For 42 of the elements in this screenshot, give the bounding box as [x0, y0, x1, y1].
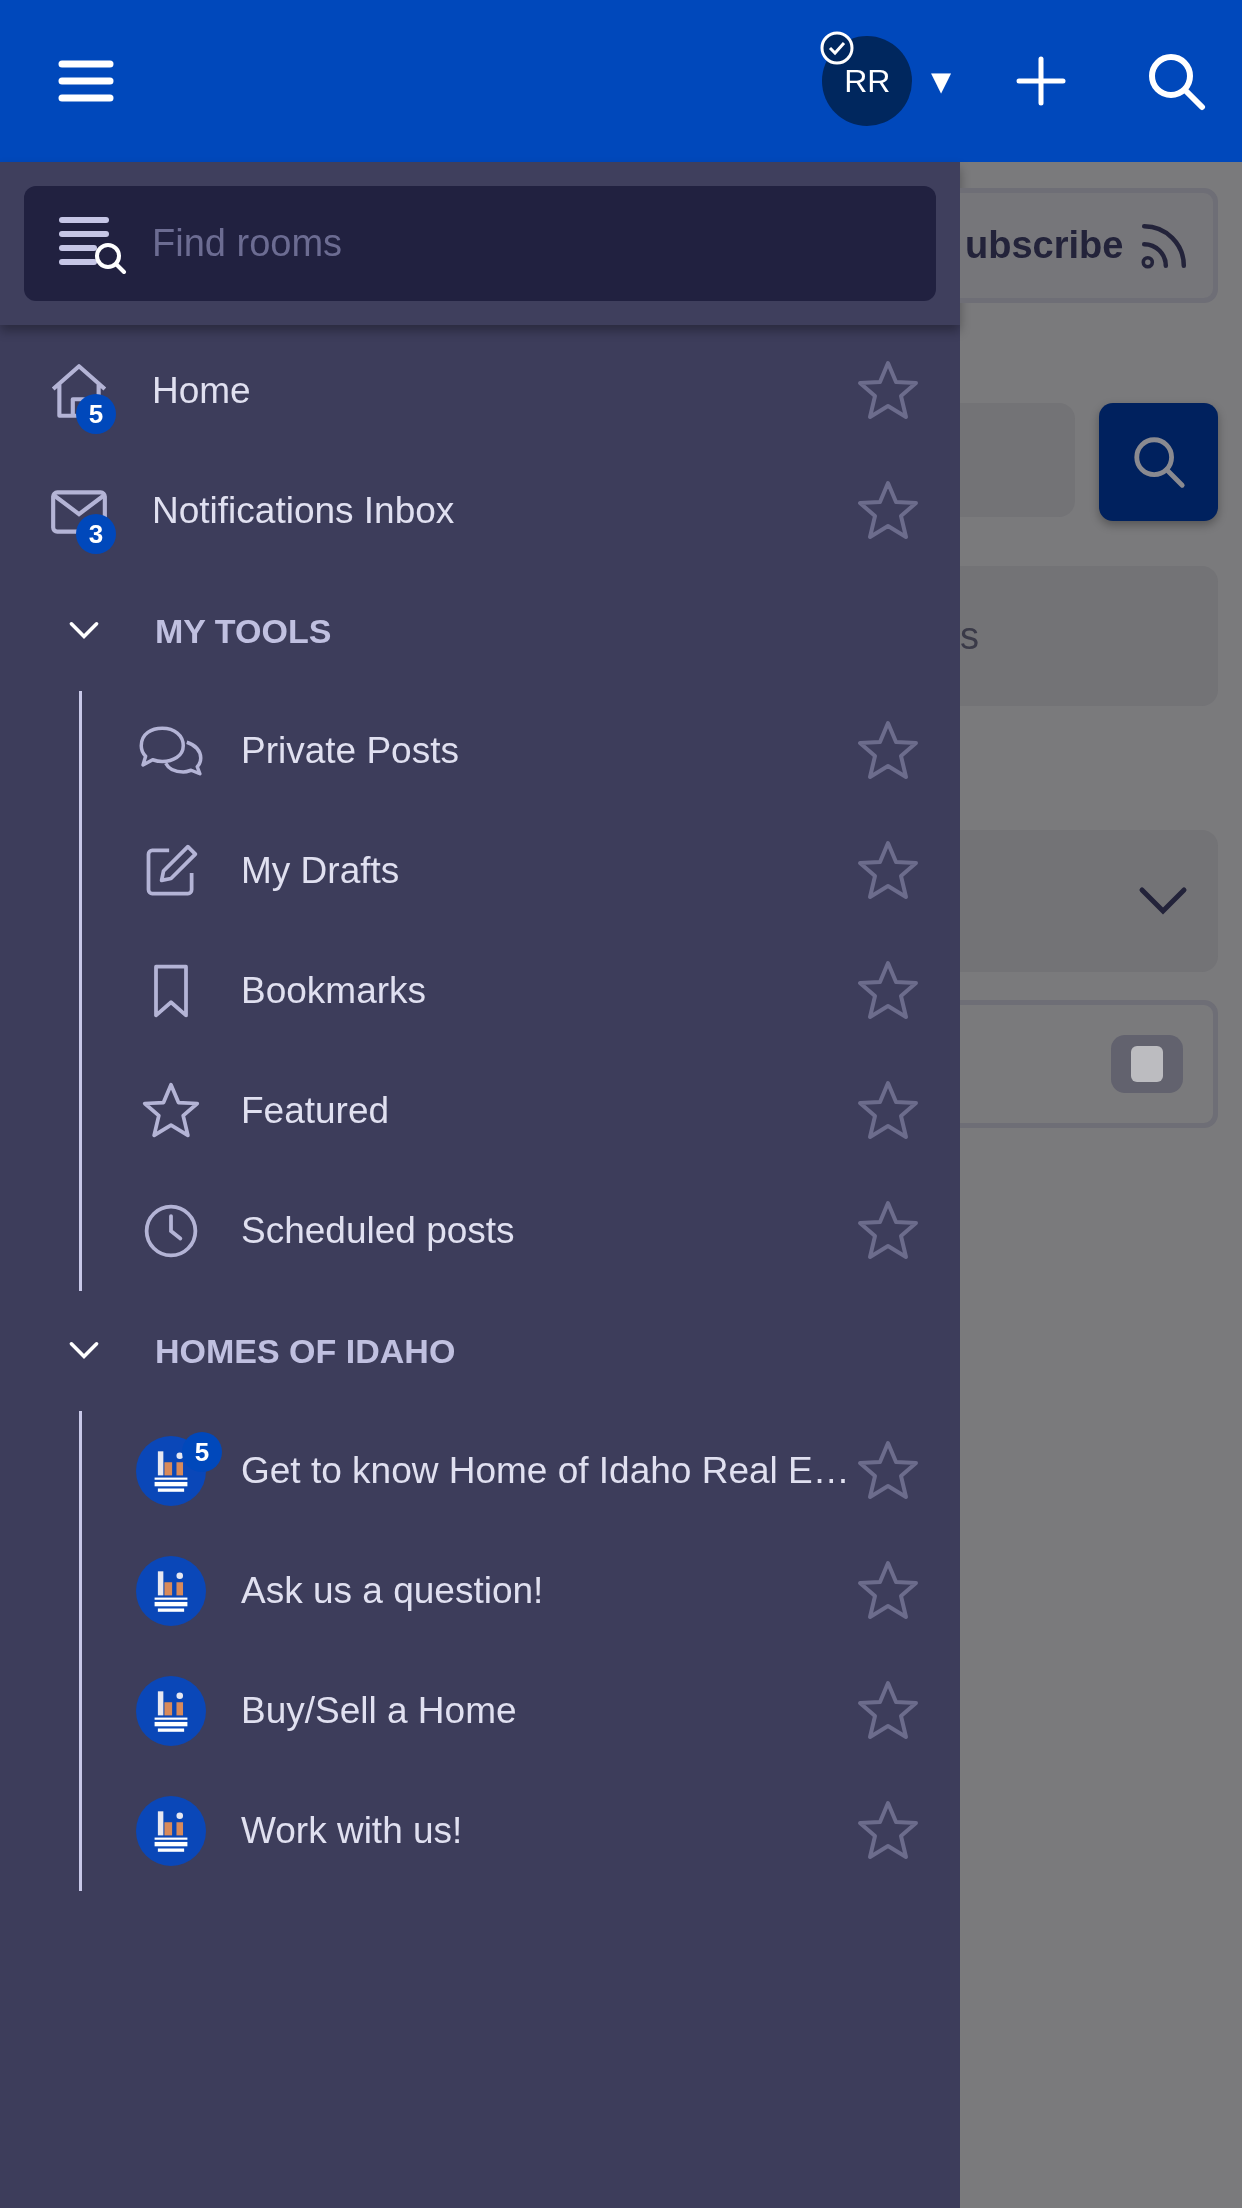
nav-item[interactable]: Ask us a question! — [82, 1531, 960, 1651]
nav-label: Get to know Home of Idaho Real E… — [241, 1450, 851, 1492]
nav-label: Work with us! — [241, 1810, 464, 1852]
search-button[interactable] — [1099, 403, 1218, 521]
nav-label: Notifications Inbox — [152, 490, 456, 532]
logo-icon — [136, 1556, 206, 1626]
toggle-switch[interactable] — [1111, 1035, 1183, 1093]
add-icon[interactable] — [1016, 56, 1066, 106]
logo-icon — [136, 1796, 206, 1866]
nav-item[interactable]: Scheduled posts — [82, 1171, 960, 1291]
nav-label: Ask us a question! — [241, 1570, 545, 1612]
nav-label: Bookmarks — [241, 970, 428, 1012]
count-badge: 3 — [76, 514, 116, 554]
nav-item[interactable]: Private Posts — [82, 691, 960, 811]
nav-item[interactable]: Work with us! — [82, 1771, 960, 1891]
chevron-icon — [1138, 886, 1188, 916]
find-rooms-field[interactable]: Find rooms — [24, 186, 936, 301]
nav-label: Private Posts — [241, 730, 460, 772]
dropdown-toggle[interactable]: ▼ — [924, 61, 958, 101]
menu-icon[interactable] — [58, 59, 114, 103]
nav-label: Scheduled posts — [241, 1210, 516, 1252]
section-title: MY TOOLS — [155, 611, 332, 651]
section-header[interactable]: HOMES OF IDAHO — [0, 1291, 960, 1411]
nav-label: Home — [152, 370, 252, 412]
section-title: HOMES OF IDAHO — [155, 1331, 456, 1371]
nav-item[interactable]: Buy/Sell a Home — [82, 1651, 960, 1771]
nav-label: My Drafts — [241, 850, 401, 892]
count-badge: 5 — [182, 1432, 222, 1472]
section-header[interactable]: MY TOOLS — [0, 571, 960, 691]
search-input[interactable] — [960, 403, 1075, 517]
nav-item[interactable]: 5 Home — [0, 331, 960, 451]
card-text: s — [960, 614, 979, 658]
nav-item[interactable]: 3 Notifications Inbox — [0, 451, 960, 571]
search-icon[interactable] — [1146, 51, 1206, 111]
nav-item[interactable]: 5 Get to know Home of Idaho Real E… — [82, 1411, 960, 1531]
nav-label: Featured — [241, 1090, 391, 1132]
logo-icon — [136, 1676, 206, 1746]
nav-item[interactable]: My Drafts — [82, 811, 960, 931]
nav-item[interactable]: Bookmarks — [82, 931, 960, 1051]
nav-item[interactable]: Featured — [82, 1051, 960, 1171]
nav-label: Buy/Sell a Home — [241, 1690, 518, 1732]
count-badge: 5 — [76, 394, 116, 434]
